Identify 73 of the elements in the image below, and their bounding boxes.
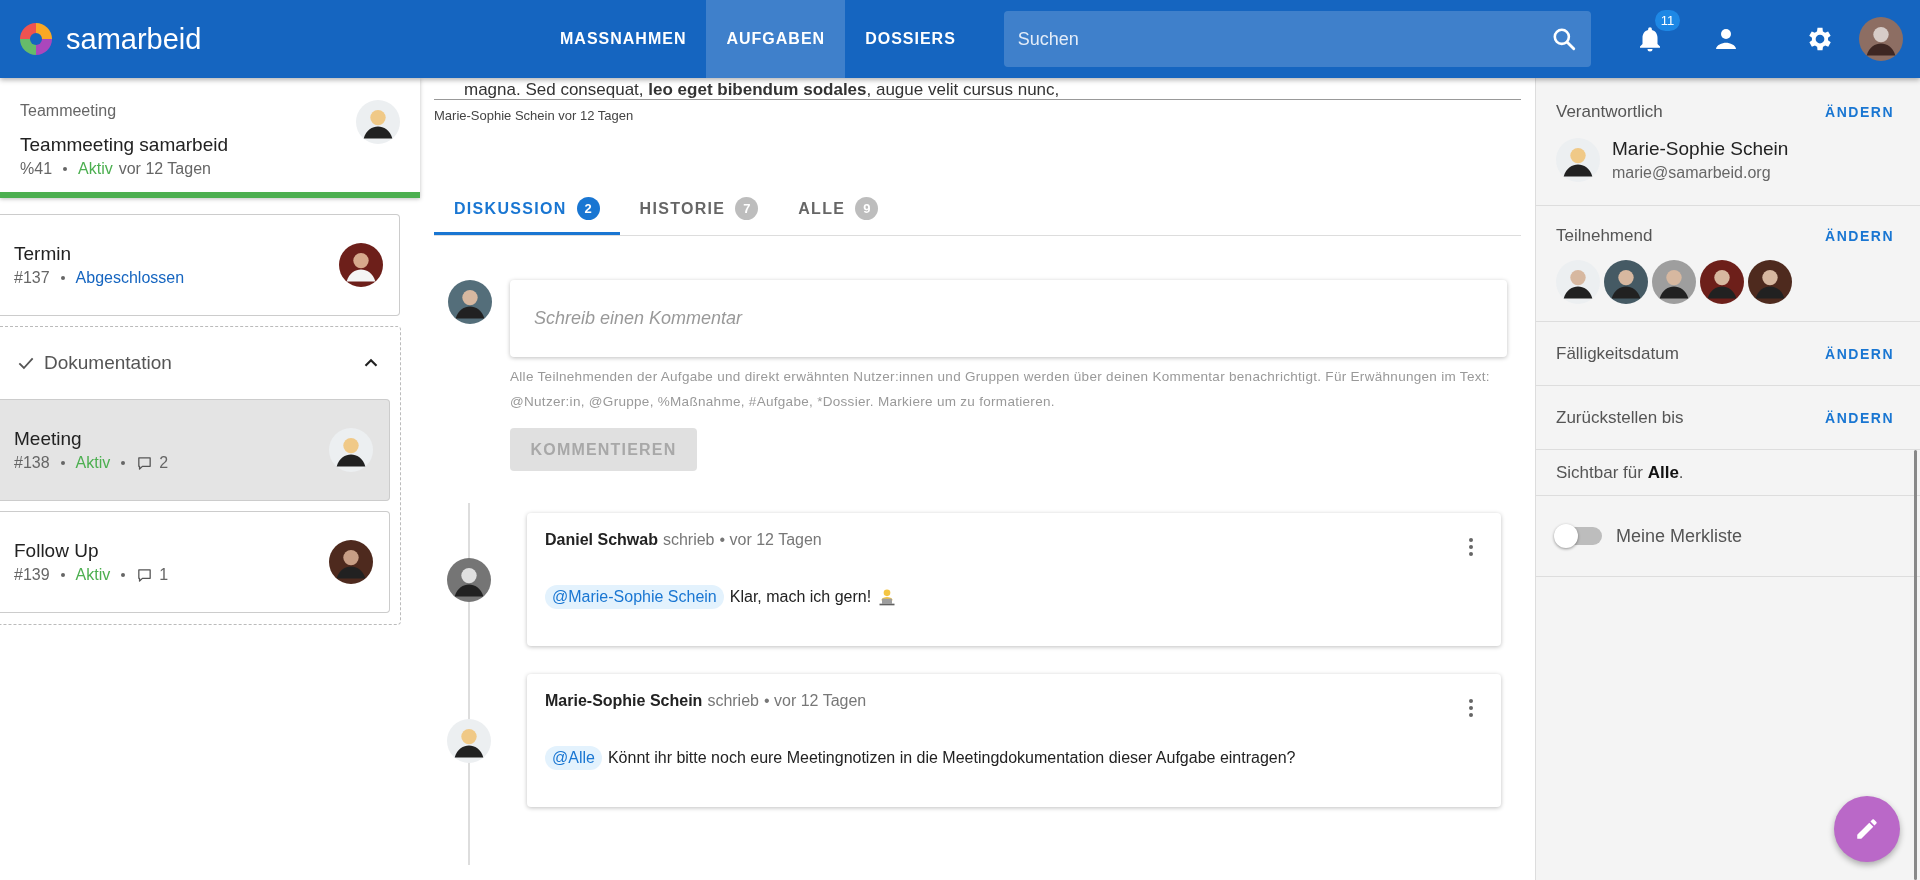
- comment-count: 2: [159, 454, 169, 472]
- toggle-label: Meine Merkliste: [1616, 525, 1743, 547]
- avatar: [1748, 260, 1792, 304]
- change-link[interactable]: ÄNDERN: [1825, 345, 1894, 362]
- status-label: Abgeschlossen: [75, 269, 185, 287]
- task-id: #139: [14, 566, 50, 584]
- comment-verb: schrieb: [707, 692, 759, 710]
- tab[interactable]: ALLE 9: [778, 185, 899, 235]
- parent-id: %41: [20, 160, 53, 178]
- pencil-icon: [1854, 816, 1880, 842]
- time-label: vor 12 Tagen: [118, 160, 211, 178]
- group-title: Dokumentation: [44, 352, 173, 374]
- parent-card[interactable]: Teammeeting Teammeeting samarbeid %41 Aktiv vor 12 Tagen: [0, 78, 420, 198]
- comment-icon: [136, 566, 154, 584]
- task-title: Meeting: [14, 428, 83, 450]
- mention-chip[interactable]: @Marie-Sophie Schein: [545, 585, 724, 609]
- brand-name: samarbeid: [66, 22, 202, 56]
- section-label: Zurückstellen bis: [1556, 407, 1684, 428]
- task-id: #137: [14, 269, 50, 287]
- user-avatar[interactable]: [1858, 17, 1903, 61]
- avatar: [329, 428, 373, 472]
- avatar: [356, 100, 400, 144]
- change-link[interactable]: ÄNDERN: [1825, 409, 1894, 426]
- avatar: [1556, 260, 1600, 304]
- task-card[interactable]: Termin #137 Abgeschlossen: [0, 214, 400, 316]
- notification-count: 11: [1654, 10, 1681, 31]
- visibility-text: Sichtbar für Alle.: [1556, 462, 1684, 483]
- comment-count: 1: [159, 566, 169, 584]
- task-title: Termin: [14, 243, 72, 265]
- task-card[interactable]: Follow Up #139 Aktiv 1: [0, 511, 390, 613]
- person-name: Marie-Sophie Schein: [1612, 138, 1789, 160]
- avatar: [1700, 260, 1744, 304]
- nav-tab[interactable]: MASSNAHMEN: [540, 0, 707, 78]
- parent-type: Teammeeting: [20, 102, 118, 120]
- comment-author: Daniel Schwab: [545, 531, 658, 549]
- avatar: [329, 540, 373, 584]
- comment-verb: schrieb: [662, 531, 715, 549]
- task-id: #138: [14, 454, 50, 472]
- scrollbar[interactable]: [1914, 450, 1917, 880]
- logo-icon: [18, 21, 54, 57]
- avatar: [1652, 260, 1696, 304]
- comment-author: Marie-Sophie Schein: [545, 692, 703, 710]
- comment-time: • vor 12 Tagen: [763, 692, 867, 710]
- section-label: Fälligkeitsdatum: [1556, 343, 1679, 364]
- help-text: Alle Teilnehmenden der Aufgabe und direkt erwähnten Nutzer:innen und Gruppen werden über deinen Kommentar benachrichtigt. Für Erwähnungen im Text: @Nutzer:in, @Gruppe, %Maßnahme, #Aufgabe, *Dossier. Markiere um zu formatieren.: [510, 368, 1491, 411]
- tab[interactable]: DISKUSSION 2: [434, 185, 620, 235]
- parent-title: Teammeeting samarbeid: [20, 134, 229, 156]
- comment-time: • vor 12 Tagen: [719, 531, 822, 549]
- avatar: [448, 280, 492, 324]
- avatar: [447, 718, 491, 763]
- section-label: Verantwortlich: [1556, 102, 1663, 122]
- change-link[interactable]: ÄNDERN: [1825, 104, 1894, 120]
- avatar: [339, 243, 383, 287]
- mention-chip[interactable]: @Alle: [545, 746, 602, 770]
- avatar: [1556, 138, 1600, 182]
- task-card[interactable]: Meeting #138 Aktiv 2: [0, 399, 390, 501]
- nav-tab[interactable]: AUFGABEN: [706, 0, 846, 78]
- edit-button[interactable]: [1834, 796, 1900, 862]
- comment-icon: [136, 454, 154, 472]
- avatar: [1604, 260, 1648, 304]
- status-label: Aktiv: [78, 160, 113, 178]
- tab[interactable]: HISTORIE 7: [619, 185, 779, 235]
- status-label: Aktiv: [75, 566, 111, 584]
- status-label: Aktiv: [75, 454, 111, 472]
- person-email: marie@samarbeid.org: [1612, 164, 1772, 182]
- task-title: Follow Up: [14, 540, 100, 562]
- change-link[interactable]: ÄNDERN: [1825, 228, 1894, 244]
- section-label: Teilnehmend: [1556, 226, 1653, 246]
- nav-tab[interactable]: DOSSIERS: [845, 0, 976, 78]
- comment-text: Könnt ihr bitte noch eure Meetingnotizen in die Meetingdokumentation dieser Aufgabe eintragen?: [607, 749, 1296, 767]
- author-line: Marie-Sophie Schein vor 12 Tagen: [434, 108, 635, 123]
- comment-text: Klar, mach ich gern!: [729, 588, 872, 606]
- description-text: magna. Sed consequat, leo eget bibendum sodales, augue velit cursus nunc,: [463, 79, 1061, 99]
